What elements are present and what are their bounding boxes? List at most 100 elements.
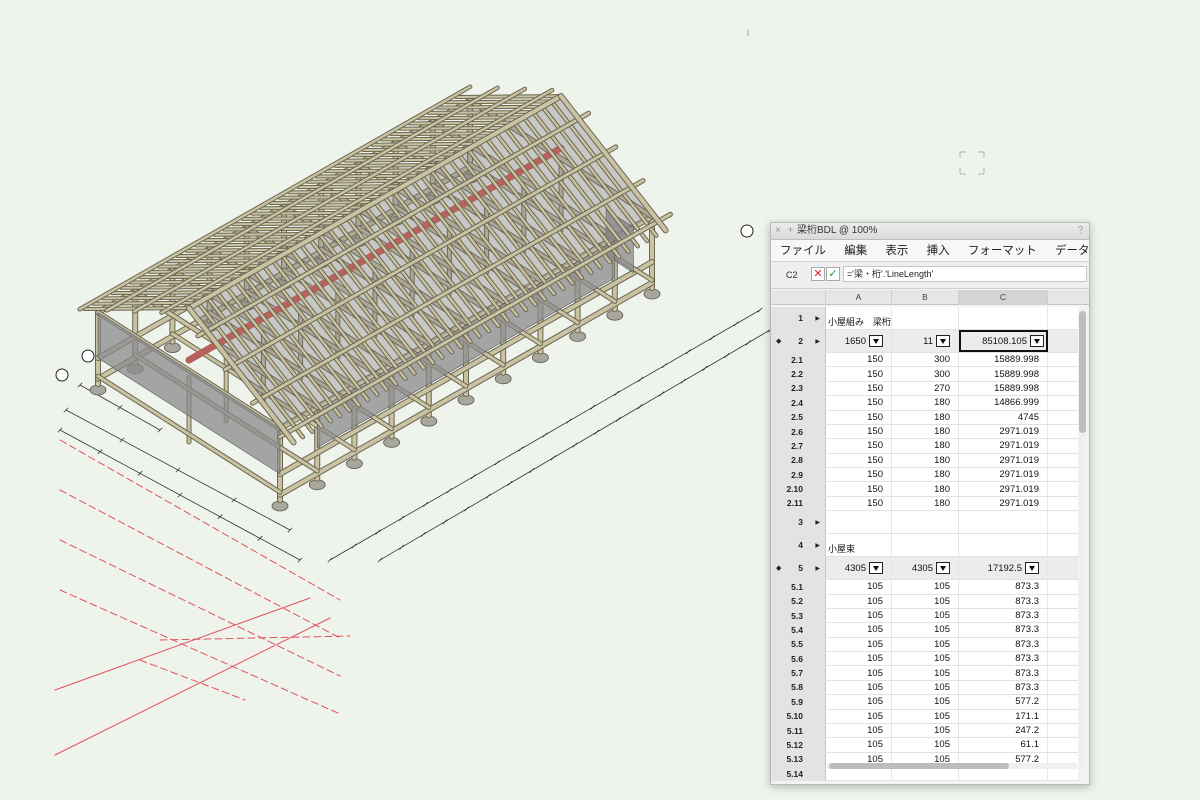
row-header[interactable]: 5.12 xyxy=(771,738,826,752)
table-row[interactable]: 5.8 105 105 873.3 xyxy=(771,680,1078,696)
cell-c[interactable]: 247.2 xyxy=(959,723,1048,738)
cell-b[interactable]: 105 xyxy=(892,580,959,594)
cell-b[interactable]: 300 xyxy=(892,353,959,367)
cell-a[interactable]: 105 xyxy=(826,637,892,651)
column-header-b[interactable]: B xyxy=(892,290,959,305)
row-label[interactable] xyxy=(826,511,892,534)
table-row[interactable]: 4 ▶ 小屋束 xyxy=(771,534,1078,558)
table-row[interactable]: 2.1 150 300 15889.998 xyxy=(771,353,1078,368)
cell-b[interactable]: 105 xyxy=(892,608,959,623)
table-row[interactable]: 1 ▶ 小屋組み 梁桁 xyxy=(771,307,1078,330)
row-header[interactable]: 5.2 xyxy=(771,594,826,608)
row-header[interactable]: 3 ▶ xyxy=(771,511,826,534)
cell-b[interactable]: 105 xyxy=(892,594,959,608)
expand-arrow-icon[interactable]: ▶ xyxy=(815,338,820,345)
menu-view[interactable]: 表示 xyxy=(885,245,908,257)
cell-b[interactable] xyxy=(892,767,959,781)
cell-c[interactable] xyxy=(959,767,1048,781)
formula-input[interactable]: ='梁・桁'.'LineLength' xyxy=(843,266,1087,282)
cell-a[interactable]: 150 xyxy=(826,482,892,496)
row-header[interactable]: 5.10 xyxy=(771,709,826,723)
menu-edit[interactable]: 編集 xyxy=(844,245,867,257)
table-row[interactable]: 5.6 105 105 873.3 xyxy=(771,652,1078,667)
menu-format[interactable]: フォーマット xyxy=(968,245,1037,257)
cell-a[interactable]: 105 xyxy=(826,709,892,723)
cell-a[interactable]: 150 xyxy=(826,439,892,453)
cell-b[interactable]: 180 xyxy=(892,424,959,439)
cell-a[interactable]: 4305 xyxy=(826,557,892,580)
table-row[interactable]: 2.2 150 300 15889.998 xyxy=(771,367,1078,382)
header-corner[interactable] xyxy=(771,290,826,305)
table-cell[interactable] xyxy=(892,511,959,534)
row-header[interactable]: 5.4 xyxy=(771,623,826,637)
horizontal-scrollbar[interactable] xyxy=(827,763,1077,769)
table-row[interactable]: 2.8 150 180 2971.019 xyxy=(771,453,1078,468)
dropdown-icon[interactable] xyxy=(869,562,883,575)
cell-a[interactable]: 105 xyxy=(826,580,892,594)
cell-b[interactable]: 180 xyxy=(892,410,959,424)
cell-b[interactable]: 105 xyxy=(892,652,959,666)
row-header[interactable]: 5 ▶ ◆ xyxy=(771,557,826,580)
cell-b[interactable]: 105 xyxy=(892,680,959,695)
cell-c[interactable]: 873.3 xyxy=(959,608,1048,623)
table-row[interactable]: 2.3 150 270 15889.998 xyxy=(771,381,1078,397)
table-row[interactable]: 5.4 105 105 873.3 xyxy=(771,623,1078,638)
row-header[interactable]: 2.4 xyxy=(771,396,826,410)
row-header[interactable]: 2.10 xyxy=(771,482,826,496)
row-header[interactable]: 5.1 xyxy=(771,580,826,594)
worksheet-titlebar[interactable]: × + 梁桁BDL @ 100% ? xyxy=(771,223,1089,240)
cell-b[interactable]: 180 xyxy=(892,482,959,496)
cell-c[interactable]: 4745 xyxy=(959,410,1048,424)
dropdown-icon[interactable] xyxy=(936,335,950,347)
dropdown-icon[interactable] xyxy=(1030,335,1044,347)
cell-b[interactable]: 105 xyxy=(892,738,959,752)
row-header[interactable]: 2.6 xyxy=(771,424,826,439)
cell-a[interactable]: 150 xyxy=(826,468,892,482)
cell-c[interactable]: 873.3 xyxy=(959,594,1048,608)
cell-c[interactable]: 15889.998 xyxy=(959,367,1048,381)
cell-b[interactable]: 180 xyxy=(892,468,959,482)
expand-arrow-icon[interactable]: ▶ xyxy=(815,315,820,322)
menu-database[interactable]: データベース xyxy=(1055,245,1089,257)
cell-b[interactable]: 180 xyxy=(892,496,959,511)
cell-c[interactable]: 873.3 xyxy=(959,666,1048,680)
row-header[interactable]: 2.7 xyxy=(771,439,826,453)
worksheet-window[interactable]: × + 梁桁BDL @ 100% ? ファイル 編集 表示 挿入 フォーマット … xyxy=(770,222,1090,785)
column-header-a[interactable]: A xyxy=(826,290,892,305)
cell-c[interactable]: 85108.105 xyxy=(959,330,1048,352)
window-controls[interactable]: × + xyxy=(775,223,795,239)
cell-a[interactable] xyxy=(826,767,892,781)
table-cell[interactable] xyxy=(892,534,959,557)
cell-a[interactable]: 105 xyxy=(826,666,892,680)
cell-a[interactable]: 150 xyxy=(826,410,892,424)
cell-b[interactable]: 105 xyxy=(892,637,959,651)
cell-c[interactable]: 873.3 xyxy=(959,580,1048,594)
table-row[interactable]: 2.4 150 180 14866.999 xyxy=(771,396,1078,411)
row-header[interactable]: 5.5 xyxy=(771,637,826,651)
table-row[interactable]: 5.3 105 105 873.3 xyxy=(771,608,1078,624)
row-header[interactable]: 5.11 xyxy=(771,723,826,738)
cell-c[interactable]: 873.3 xyxy=(959,637,1048,651)
cell-b[interactable]: 105 xyxy=(892,723,959,738)
table-row[interactable]: 5.10 105 105 171.1 xyxy=(771,709,1078,724)
row-header[interactable]: 4 ▶ xyxy=(771,534,826,557)
row-header[interactable]: 5.8 xyxy=(771,680,826,695)
table-row[interactable]: 2.9 150 180 2971.019 xyxy=(771,468,1078,483)
table-row[interactable]: 5 ▶ ◆ 4305 4305 17192.5 xyxy=(771,557,1078,581)
cell-c[interactable]: 2971.019 xyxy=(959,424,1048,439)
menu-insert[interactable]: 挿入 xyxy=(927,245,950,257)
menu-file[interactable]: ファイル xyxy=(780,245,826,257)
table-cell[interactable] xyxy=(892,307,959,329)
row-label[interactable]: 小屋束 xyxy=(826,534,892,557)
table-row[interactable]: 5.2 105 105 873.3 xyxy=(771,594,1078,609)
cell-c[interactable]: 15889.998 xyxy=(959,353,1048,367)
row-header[interactable]: 5.14 xyxy=(771,767,826,781)
cell-b[interactable]: 105 xyxy=(892,709,959,723)
cell-b[interactable]: 180 xyxy=(892,439,959,453)
row-label[interactable]: 小屋組み 梁桁 xyxy=(826,307,892,329)
cell-c[interactable]: 873.3 xyxy=(959,680,1048,695)
cell-a[interactable]: 105 xyxy=(826,608,892,623)
cell-c[interactable]: 2971.019 xyxy=(959,482,1048,496)
row-header[interactable]: 5.13 xyxy=(771,752,826,766)
cell-c[interactable]: 2971.019 xyxy=(959,468,1048,482)
